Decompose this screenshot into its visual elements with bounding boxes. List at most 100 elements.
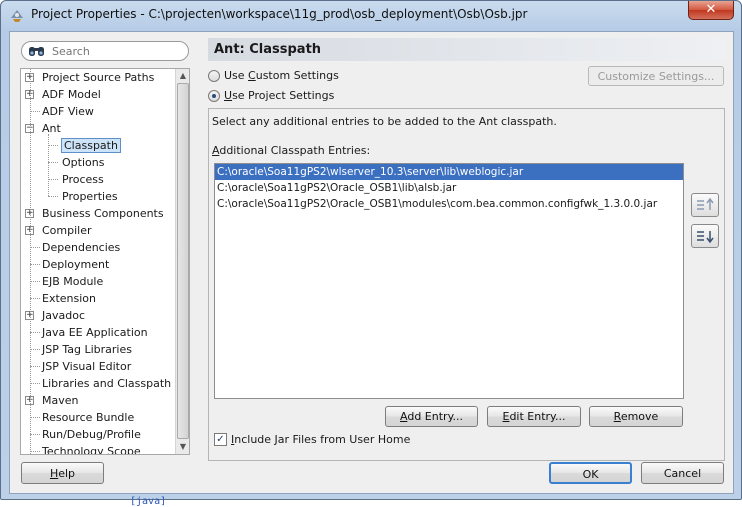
entries-label-rest: dditional Classpath Entries: [219,144,371,157]
tree-item[interactable]: + Javadoc [21,307,175,324]
tree-guide [48,179,58,180]
tree-item-label: Resource Bundle [42,411,135,424]
move-down-icon [697,231,714,244]
tree-item[interactable]: ADF View [21,103,175,120]
tree-item[interactable]: Process [21,171,175,188]
tree-item[interactable]: Deployment [21,256,175,273]
add-entry-button[interactable]: Add Entry... [385,406,478,427]
tree-item-label: EJB Module [42,275,104,288]
search-input[interactable] [52,44,182,58]
help-button[interactable]: Help [21,462,104,484]
help-mnemonic: H [49,467,59,480]
tree-item-label: Compiler [42,224,92,237]
close-button[interactable]: ✕ [688,1,734,20]
tree-guide [30,366,40,367]
category-tree[interactable]: + Project Source Paths + ADF Model ADF View −… [20,68,190,455]
tree-item[interactable]: Libraries and Classpath [21,375,175,392]
tree-item[interactable]: − Ant [21,120,175,137]
radio-label-pre: Use [224,69,249,82]
tree-item[interactable]: Java EE Application [21,324,175,341]
tree-list: + Project Source Paths + ADF Model ADF View −… [21,69,175,455]
tree-item-label: Business Components [42,207,164,220]
tree-guide [30,417,40,418]
dialog-body: +Project Source Paths+ADF Model ADF View −… [9,31,734,494]
tree-item[interactable]: Properties [21,188,175,205]
scroll-down-icon[interactable]: ▼ [177,440,189,453]
tree-item[interactable]: + Project Source Paths [21,69,175,86]
title-bar[interactable]: Project Properties - C:\projecten\worksp… [1,1,741,29]
tree-guide [30,451,40,452]
radio-label-post: ustom Settings [255,69,339,82]
tree-guide [30,434,40,435]
tree-item-label: Technology Scope [42,445,141,455]
radio-label-mnemonic: U [224,89,233,102]
classpath-entries-list[interactable]: C:\oracle\Soa11gPS2\wlserver_10.3\server… [214,163,684,399]
background-console-text: [java] [130,496,167,507]
tree-item[interactable]: + Maven [21,392,175,409]
tree-item[interactable]: Classpath [21,137,175,154]
search-box[interactable] [21,41,189,61]
tree-item[interactable]: + Compiler [21,222,175,239]
tree-item-label: Classpath [61,138,121,153]
tree-guide [30,332,40,333]
tree-guide [30,349,40,350]
move-up-button[interactable] [691,193,719,217]
tree-guide [30,298,40,299]
jdeveloper-app-icon [11,10,23,22]
page-title: Ant: Classpath [208,38,726,61]
tree-scrollbar[interactable]: ▲ ▼ [175,69,189,454]
tree-item[interactable]: Run/Debug/Profile [21,426,175,443]
tree-guide [48,134,49,196]
add-entry-rest: dd Entry... [407,410,463,423]
move-down-button[interactable] [691,224,719,248]
edit-entry-rest: dit Entry... [509,410,566,423]
customize-settings-button[interactable]: Customize Settings... [588,66,724,86]
entries-label: Additional Classpath Entries: [212,144,370,157]
scroll-up-icon[interactable]: ▲ [177,69,189,82]
tree-item-label: Process [62,173,104,186]
tree-item[interactable]: JSP Visual Editor [21,358,175,375]
scroll-thumb[interactable] [177,83,189,439]
ok-button[interactable]: OK [549,462,632,484]
radio-button[interactable] [208,70,220,82]
edit-entry-button[interactable]: Edit Entry... [487,406,581,427]
tree-item-label: Project Source Paths [42,71,155,84]
tree-guide [30,264,40,265]
include-jar-rest: nclude Jar Files from User Home [234,433,411,446]
tree-item-label: Dependencies [42,241,121,254]
tree-item[interactable]: JSP Tag Libraries [21,341,175,358]
tree-item[interactable]: Resource Bundle [21,409,175,426]
use-custom-settings-label: Use Custom Settings [224,68,339,84]
tree-item[interactable]: Dependencies [21,239,175,256]
remove-mnemonic: R [613,410,621,423]
remove-rest: emove [620,410,659,423]
remove-button[interactable]: Remove [589,406,683,427]
classpath-entry[interactable]: C:\oracle\Soa11gPS2\wlserver_10.3\server… [215,164,683,180]
radio-button[interactable] [208,90,220,102]
tree-item[interactable]: Extension [21,290,175,307]
tree-item-label: Run/Debug/Profile [42,428,141,441]
tree-item-label: Options [62,156,105,169]
project-properties-dialog: Project Properties - C:\projecten\worksp… [0,0,742,500]
move-up-icon [697,197,714,210]
close-icon: ✕ [705,2,717,17]
classpath-entry[interactable]: C:\oracle\Soa11gPS2\Oracle_OSB1\modules\… [215,196,683,212]
tree-item[interactable]: EJB Module [21,273,175,290]
tree-item[interactable]: Options [21,154,175,171]
use-project-settings-label: Use Project Settings [224,88,334,104]
description-text: Select any additional entries to be adde… [212,115,557,128]
include-jar-checkbox[interactable]: ✓ [214,433,227,446]
tree-item-label: Maven [42,394,79,407]
tree-item-label: JSP Visual Editor [42,360,132,373]
tree-guide [30,247,40,248]
cancel-button[interactable]: Cancel [641,462,724,484]
tree-item[interactable]: Technology Scope [21,443,175,455]
tree-item-label: Java EE Application [42,326,148,339]
tree-guide [30,383,40,384]
classpath-entry[interactable]: C:\oracle\Soa11gPS2\Oracle_OSB1\lib\alsb… [215,180,683,196]
tree-item[interactable]: + Business Components [21,205,175,222]
tree-guide [30,111,40,112]
tree-item[interactable]: + ADF Model [21,86,175,103]
tree-item-label: Ant [42,122,61,135]
tree-guide [48,162,58,163]
